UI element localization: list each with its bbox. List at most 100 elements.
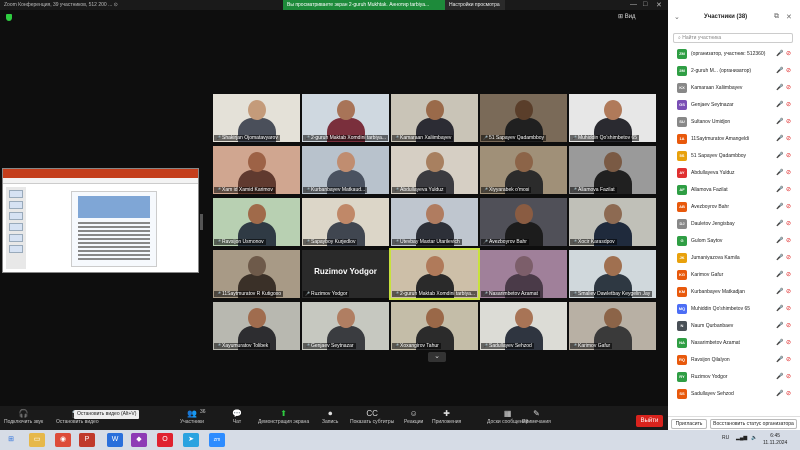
chevron-down-icon[interactable]: ⌄ — [674, 13, 680, 21]
participant-row[interactable]: AY Abdullayeva Yulduz 🎤 ⊘ — [668, 165, 800, 182]
camera-off-icon[interactable]: ⊘ — [786, 101, 791, 108]
video-tile[interactable]: Utevbay Maxtar Utarilevich — [391, 198, 478, 246]
close-icon[interactable]: ✕ — [656, 1, 662, 9]
participant-row[interactable]: AF Allamova Fazilat 🎤 ⊘ — [668, 182, 800, 199]
opera-icon[interactable]: O — [157, 433, 173, 447]
apps-button[interactable]: ✚ Приложения — [432, 409, 461, 425]
view-button[interactable]: ⊞ Вид — [618, 13, 636, 20]
participant-row[interactable]: MQ Muhiddin Qo'shimbetov 65 🎤 ⊘ — [668, 301, 800, 318]
word-icon[interactable]: W — [107, 433, 123, 447]
participant-row[interactable]: N Naum Qurbanbaev 🎤 ⊘ — [668, 318, 800, 335]
powerpoint-icon[interactable]: P — [79, 433, 95, 447]
camera-off-icon[interactable]: ⊘ — [786, 271, 791, 278]
notes-button[interactable]: ✎ Примечания — [522, 409, 551, 425]
video-tile[interactable]: Ravsijon Usmonov — [213, 198, 300, 246]
camera-off-icon[interactable]: ⊘ — [786, 152, 791, 159]
camera-off-icon[interactable]: ⊘ — [786, 220, 791, 227]
video-tile[interactable]: Nasarimbetov Azamat — [480, 250, 567, 298]
scroll-down-button[interactable]: ⌄ — [428, 352, 446, 362]
camera-off-icon[interactable]: ⊘ — [786, 322, 791, 329]
mic-muted-icon[interactable]: 🎤 — [776, 135, 783, 142]
reactions-button[interactable]: ☺ Реакции — [404, 409, 423, 425]
language-indicator[interactable]: RU — [722, 435, 729, 441]
camera-off-icon[interactable]: ⊘ — [786, 373, 791, 380]
participant-row[interactable]: AB Avezboyrov Bahr 🎤 ⊘ — [668, 199, 800, 216]
camera-off-icon[interactable]: ⊘ — [786, 254, 791, 261]
participant-row[interactable]: NA Nasarimbetov Azamat 🎤 ⊘ — [668, 335, 800, 352]
captions-button[interactable]: CC Показать субтитры — [350, 409, 394, 425]
video-tile[interactable]: Xiyyarabek o'mosi — [480, 146, 567, 194]
participant-row[interactable]: JK Jumaniyazova Kamila 🎤 ⊘ — [668, 250, 800, 267]
camera-off-icon[interactable]: ⊘ — [786, 305, 791, 312]
video-tile[interactable]: 2-guruh Maktab Xomdini tarbiya... — [389, 248, 480, 300]
video-tile[interactable]: Kamaraan Xaliimbayev — [391, 94, 478, 142]
video-tile[interactable]: Karimov Gafur — [569, 302, 656, 350]
close-icon[interactable]: ✕ — [786, 13, 792, 21]
network-icon[interactable]: ▂▄▆ — [736, 435, 747, 441]
camera-off-icon[interactable]: ⊘ — [786, 50, 791, 57]
reclaim-host-button[interactable]: Восстановить статус организатора — [710, 419, 797, 429]
video-tile[interactable]: Smaliev Dawletbay Keygelin Jay — [569, 250, 656, 298]
chat-button[interactable]: 💬 Чат — [232, 409, 242, 425]
camera-off-icon[interactable]: ⊘ — [786, 288, 791, 295]
mic-muted-icon[interactable]: 🎤 — [776, 203, 783, 210]
zoom-icon[interactable]: zm — [209, 433, 225, 447]
camera-off-icon[interactable]: ⊘ — [786, 135, 791, 142]
camera-off-icon[interactable]: ⊘ — [786, 67, 791, 74]
video-tile[interactable]: Sapayboy Kurjedlov — [302, 198, 389, 246]
video-tile[interactable]: Sadullayev Sehzod — [480, 302, 567, 350]
mic-muted-icon[interactable]: 🎤 — [776, 356, 783, 363]
video-tile[interactable]: Avezboyrov Bahr — [480, 198, 567, 246]
video-tile[interactable]: 51 Sapayev Qadambboy — [480, 94, 567, 142]
mic-muted-icon[interactable]: 🎤 — [776, 390, 783, 397]
participant-row[interactable]: 2M 2-guruh M... (организатор) 🎤 ⊘ — [668, 63, 800, 80]
video-tile[interactable]: Shakirjan Ojomatavyarov — [213, 94, 300, 142]
mic-muted-icon[interactable]: 🎤 — [776, 322, 783, 329]
leave-button[interactable]: Выйти — [636, 415, 663, 427]
minimize-icon[interactable]: — — [630, 1, 637, 8]
view-options-menu[interactable]: Настройки просмотра — [445, 0, 505, 10]
security-shield-icon[interactable] — [6, 14, 12, 21]
video-tile[interactable]: Allamova Fazilat — [569, 146, 656, 194]
split-handle[interactable] — [200, 214, 203, 230]
camera-off-icon[interactable]: ⊘ — [786, 118, 791, 125]
camera-off-icon[interactable]: ⊘ — [786, 186, 791, 193]
participant-row[interactable]: ZM (организатор, участник: 512360) 🎤 ⊘ — [668, 46, 800, 63]
camera-off-icon[interactable]: ⊘ — [786, 169, 791, 176]
windows-start-icon[interactable]: ⊞ — [3, 433, 19, 447]
camera-off-icon[interactable]: ⊘ — [786, 339, 791, 346]
participant-row[interactable]: GS Genjaev Seytnazar 🎤 ⊘ — [668, 97, 800, 114]
participant-row[interactable]: G Gulom Saytov 🎤 ⊘ — [668, 233, 800, 250]
participant-row[interactable]: KM Kurbanbayev Matkadjan 🎤 ⊘ — [668, 284, 800, 301]
mic-muted-icon[interactable]: 🎤 — [776, 84, 783, 91]
video-tile[interactable]: Xoxangirov Tahur — [391, 302, 478, 350]
mic-muted-icon[interactable]: 🎤 — [776, 339, 783, 346]
mic-muted-icon[interactable]: 🎤 — [776, 305, 783, 312]
volume-icon[interactable]: 🔈 — [751, 435, 757, 441]
mic-muted-icon[interactable]: 🎤 — [776, 373, 783, 380]
mic-muted-icon[interactable]: 🎤 — [776, 152, 783, 159]
record-button[interactable]: ⏺ Запись — [322, 409, 338, 425]
participant-row[interactable]: KG Karimov Gafur 🎤 ⊘ — [668, 267, 800, 284]
video-tile[interactable]: Kurbanbayev Matkaud... — [302, 146, 389, 194]
mic-muted-icon[interactable]: 🎤 — [776, 288, 783, 295]
camera-off-icon[interactable]: ⊘ — [786, 390, 791, 397]
invite-button[interactable]: Пригласить — [671, 419, 707, 429]
video-tile[interactable]: Xam id Xamid Karimov — [213, 146, 300, 194]
file-explorer-icon[interactable]: ▭ — [29, 433, 45, 447]
participant-row[interactable]: 5S 51 Sapayev Qadambboy 🎤 ⊘ — [668, 148, 800, 165]
mic-muted-icon[interactable]: 🎤 — [776, 118, 783, 125]
video-tile[interactable]: Abdullayeva Yulduz — [391, 146, 478, 194]
video-tile[interactable]: Ruzimov Yodgor Ruzimov Yodgor — [302, 250, 389, 298]
mic-muted-icon[interactable]: 🎤 — [776, 237, 783, 244]
participant-row[interactable]: SU Sultanov Umidjon 🎤 ⊘ — [668, 114, 800, 131]
video-tile[interactable]: Muhiddin Qo'shimbetov 65 — [569, 94, 656, 142]
mic-muted-icon[interactable]: 🎤 — [776, 50, 783, 57]
mic-muted-icon[interactable]: 🎤 — [776, 101, 783, 108]
participant-row[interactable]: 1A 11Saytmuratov Amangeldi 🎤 ⊘ — [668, 131, 800, 148]
camera-off-icon[interactable]: ⊘ — [786, 356, 791, 363]
participant-row[interactable]: RY Ruzimov Yodgor 🎤 ⊘ — [668, 369, 800, 386]
join-audio-button[interactable]: 🎧 Подключить звук — [4, 409, 43, 425]
popout-icon[interactable]: ⧉ — [774, 13, 779, 21]
shared-screen-preview[interactable] — [2, 168, 199, 273]
